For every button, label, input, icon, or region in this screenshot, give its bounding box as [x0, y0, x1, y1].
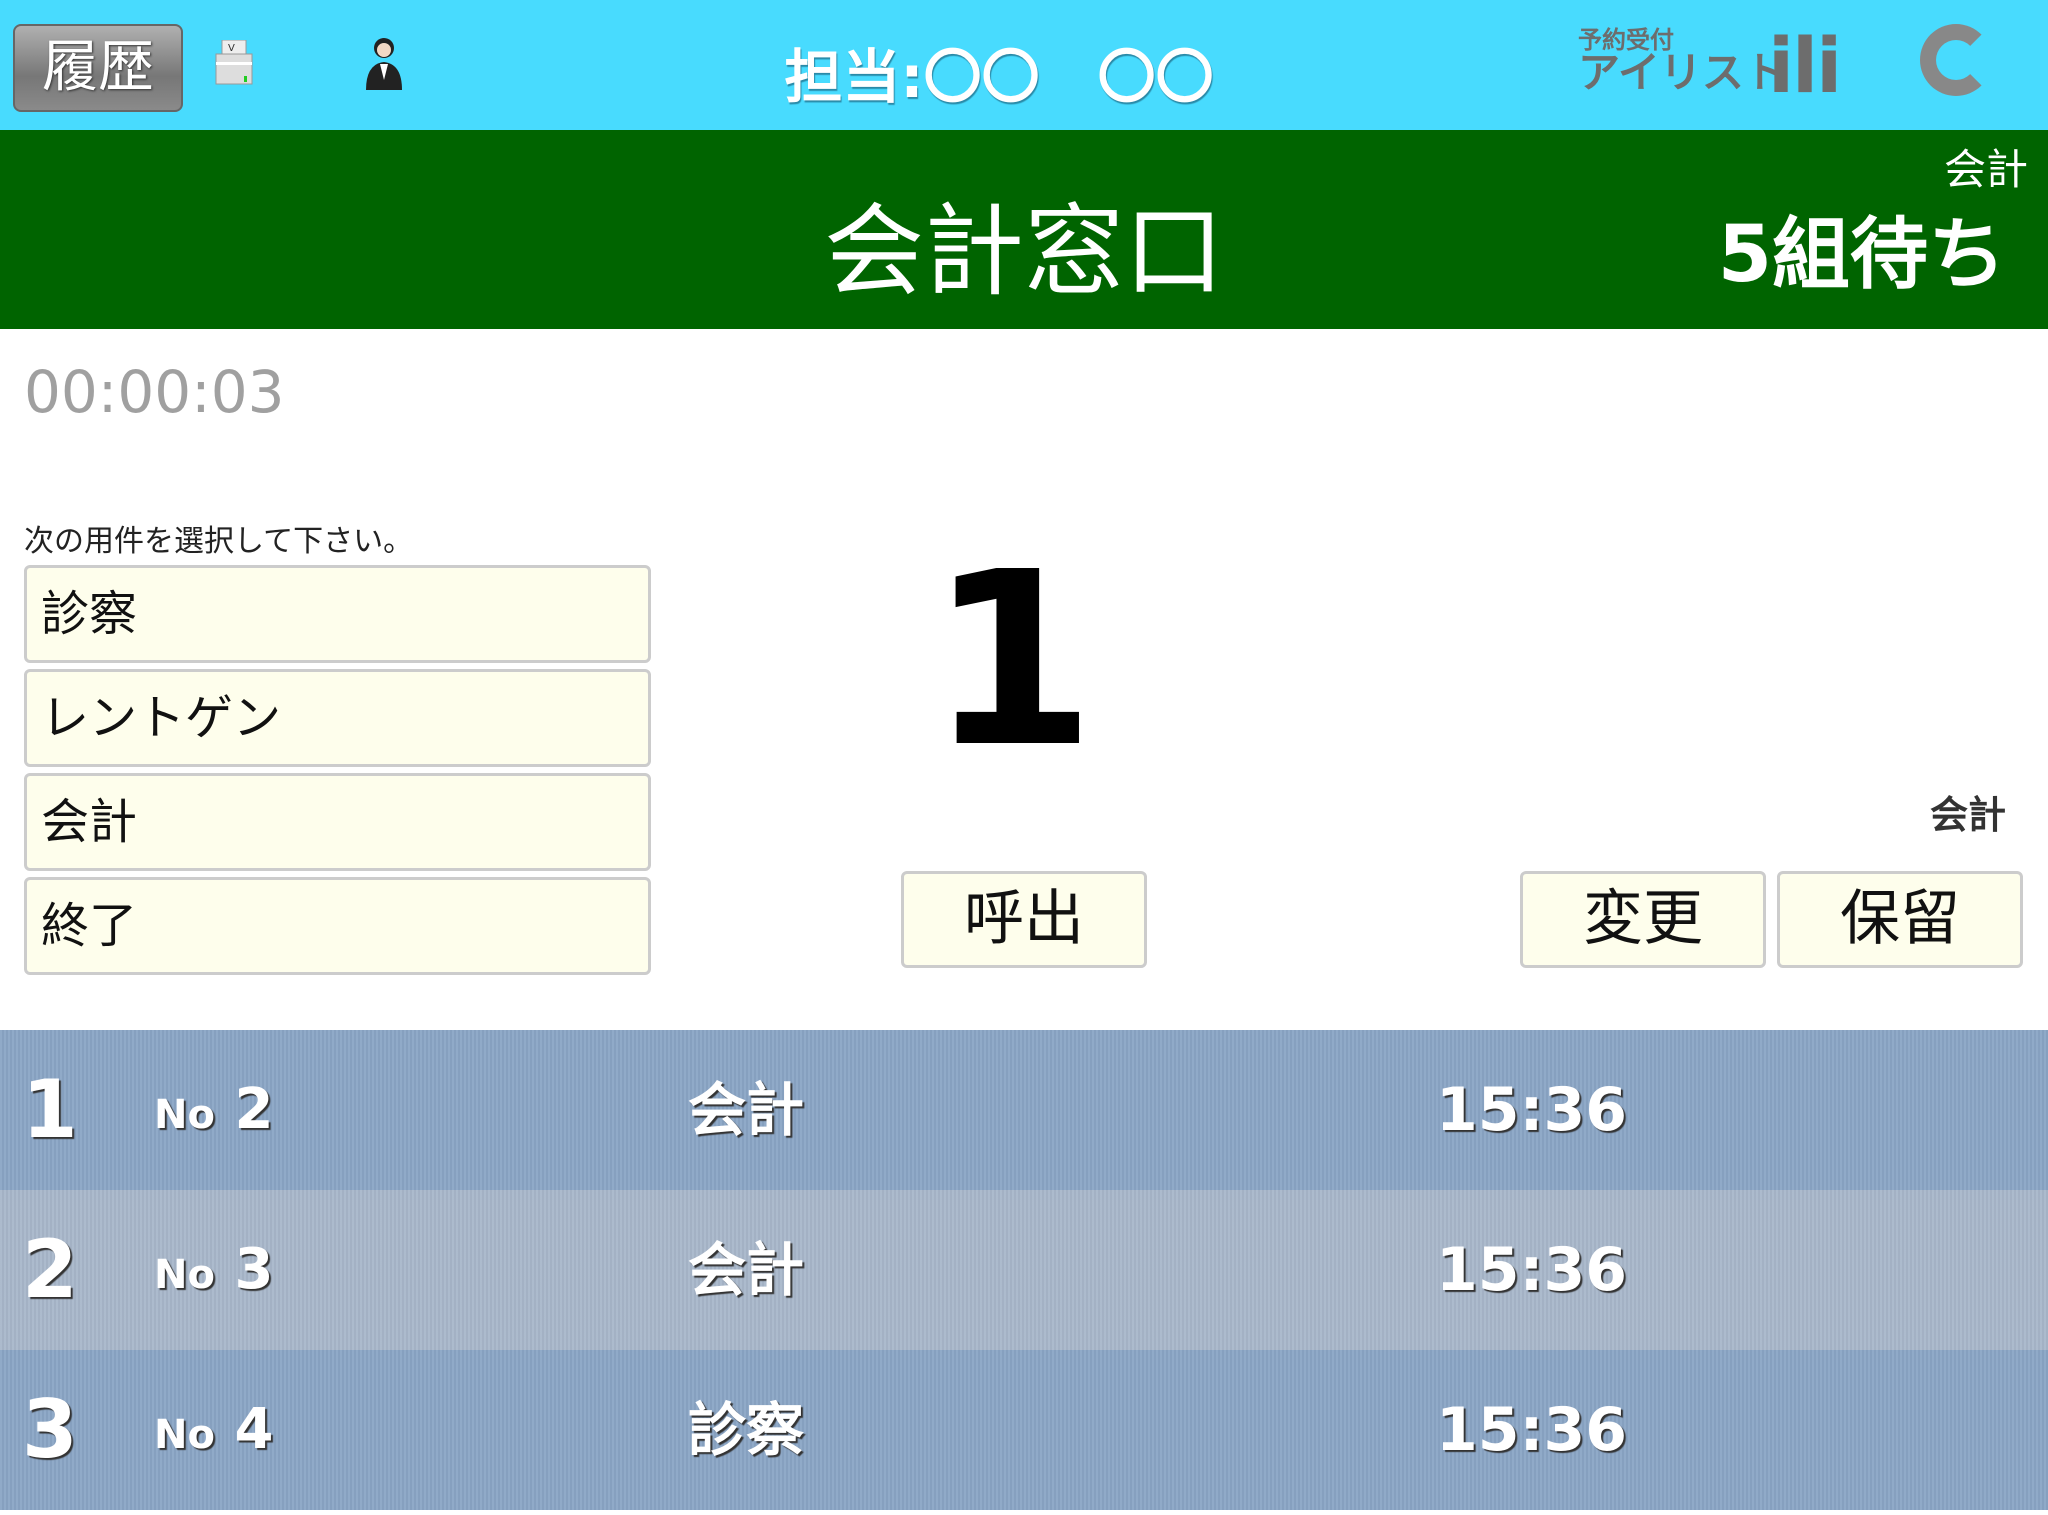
queue-rank: 2	[22, 1223, 78, 1316]
no-prefix: No	[154, 1412, 215, 1458]
no-prefix: No	[154, 1252, 215, 1298]
queue-time: 15:36	[1436, 1235, 1627, 1305]
option-kaikei[interactable]: 会計	[24, 773, 651, 871]
change-button[interactable]: 変更	[1520, 871, 1766, 968]
refresh-icon[interactable]	[1920, 24, 1992, 96]
waiting-count: 5組待ち	[1717, 210, 2006, 300]
call-button[interactable]: 呼出	[901, 871, 1147, 968]
queue-rank: 1	[22, 1063, 78, 1156]
queue-time: 15:36	[1436, 1075, 1627, 1145]
app-logo: 予約受付 アイリスト ili	[1578, 28, 1842, 104]
queue-row[interactable]: 3 No 4 診察 15:36	[0, 1350, 2048, 1510]
queue-number: No 4	[154, 1350, 273, 1515]
queue-row[interactable]: 1 No 2 会計 15:36	[0, 1030, 2048, 1190]
top-bar: 履歴 V 担当:〇〇 〇〇 予約受付 アイリスト ili	[0, 0, 2048, 130]
queue-time: 15:36	[1436, 1395, 1627, 1465]
no-value: 3	[234, 1237, 274, 1302]
select-prompt: 次の用件を選択して下さい。	[24, 524, 414, 559]
option-xray[interactable]: レントゲン	[24, 669, 651, 767]
logo-brand: ili	[1768, 21, 1842, 110]
option-shinsatsu[interactable]: 診察	[24, 565, 651, 663]
queue-type: 会計	[688, 1076, 805, 1144]
no-value: 4	[234, 1397, 274, 1462]
no-prefix: No	[154, 1092, 215, 1138]
current-type: 会計	[1929, 793, 2006, 837]
queue-number: No 3	[154, 1190, 273, 1355]
option-end[interactable]: 終了	[24, 877, 651, 975]
elapsed-timer: 00:00:03	[24, 358, 285, 426]
queue-number: No 2	[154, 1030, 273, 1195]
no-value: 2	[234, 1077, 274, 1142]
queue-type: 診察	[688, 1396, 805, 1464]
queue-type: 会計	[688, 1236, 805, 1304]
current-number: 1	[928, 520, 1096, 800]
logo-title: アイリスト	[1578, 48, 1786, 97]
window-category: 会計	[1943, 145, 2028, 194]
hold-button[interactable]: 保留	[1777, 871, 2023, 968]
queue-row[interactable]: 2 No 3 会計 15:36	[0, 1190, 2048, 1350]
window-header: 会計窓口 会計 5組待ち	[0, 130, 2048, 329]
queue-rank: 3	[22, 1383, 78, 1476]
